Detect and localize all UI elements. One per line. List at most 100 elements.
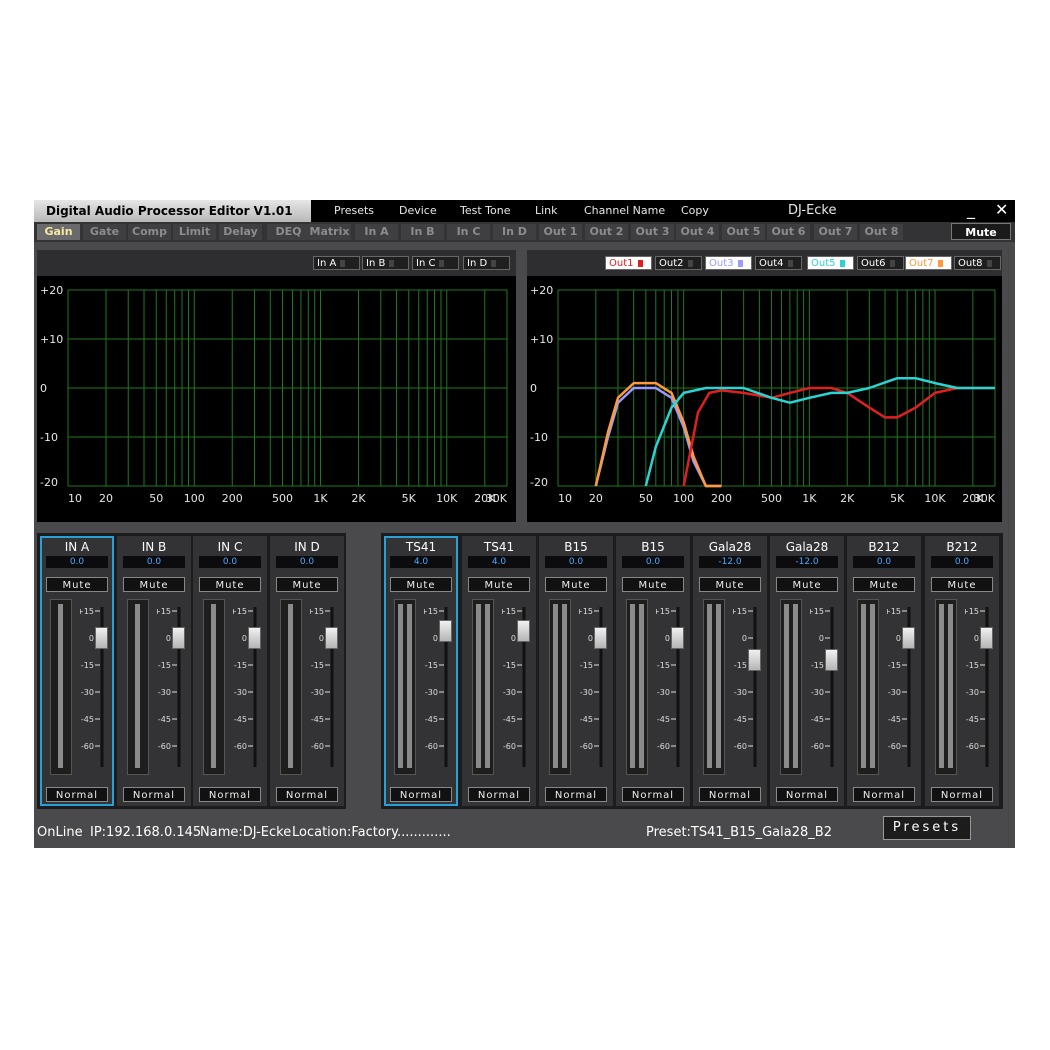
channel-name[interactable]: TS41 xyxy=(462,540,536,554)
input-channel-strip[interactable]: IN C 0.0 Mute +15 0 -15 -30 -45 -60 Normal xyxy=(193,536,267,806)
gain-value[interactable]: 4.0 xyxy=(468,556,530,568)
channel-name[interactable]: IN B xyxy=(117,540,191,554)
phase-normal-button[interactable]: Normal xyxy=(123,787,185,802)
channel-mute-button[interactable]: Mute xyxy=(276,577,338,592)
output-legend-item[interactable]: Out2 xyxy=(655,256,702,270)
tab-in-b[interactable]: In B xyxy=(401,224,444,240)
input-channel-strip[interactable]: IN B 0.0 Mute +15 0 -15 -30 -45 -60 Normal xyxy=(117,536,191,806)
channel-mute-button[interactable]: Mute xyxy=(199,577,261,592)
phase-normal-button[interactable]: Normal xyxy=(46,787,108,802)
channel-name[interactable]: IN C xyxy=(193,540,267,554)
input-channel-strip[interactable]: IN D 0.0 Mute +15 0 -15 -30 -45 -60 Normal xyxy=(270,536,344,806)
gain-value[interactable]: -12.0 xyxy=(776,556,838,568)
output-channel-strip[interactable]: Gala28 -12.0 Mute +15 0 -15 -30 -45 -60 Normal xyxy=(770,536,844,806)
menu-link[interactable]: Link xyxy=(535,200,558,222)
tab-out-4[interactable]: Out 4 xyxy=(676,224,719,240)
menu-presets[interactable]: Presets xyxy=(334,200,374,222)
phase-normal-button[interactable]: Normal xyxy=(276,787,338,802)
gain-value[interactable]: 0.0 xyxy=(123,556,185,568)
fader-knob[interactable] xyxy=(902,627,915,649)
channel-mute-button[interactable]: Mute xyxy=(123,577,185,592)
gain-value[interactable]: 0.0 xyxy=(622,556,684,568)
mute-all-button[interactable]: Mute xyxy=(951,223,1011,240)
tab-out-6[interactable]: Out 6 xyxy=(767,224,810,240)
tab-in-c[interactable]: In C xyxy=(447,224,490,240)
gain-value[interactable]: 4.0 xyxy=(390,556,452,568)
channel-mute-button[interactable]: Mute xyxy=(699,577,761,592)
tab-out-8[interactable]: Out 8 xyxy=(860,224,903,240)
gain-value[interactable]: -12.0 xyxy=(699,556,761,568)
output-legend-item[interactable]: Out4 xyxy=(755,256,802,270)
input-legend-item[interactable]: In B xyxy=(362,256,409,270)
fader-knob[interactable] xyxy=(825,648,838,671)
tab-comp[interactable]: Comp xyxy=(128,224,171,240)
output-channel-strip[interactable]: B15 0.0 Mute +15 0 -15 -30 -45 -60 Normal xyxy=(616,536,690,806)
output-legend-item[interactable]: Out5 xyxy=(807,256,854,270)
output-channel-strip[interactable]: B212 0.0 Mute +15 0 -15 -30 -45 -60 Normal xyxy=(847,536,921,806)
phase-normal-button[interactable]: Normal xyxy=(622,787,684,802)
close-icon[interactable]: ✕ xyxy=(995,200,1008,222)
menu-device[interactable]: Device xyxy=(399,200,437,222)
gain-value[interactable]: 0.0 xyxy=(276,556,338,568)
fader-knob[interactable] xyxy=(172,627,185,649)
fader-knob[interactable] xyxy=(439,619,452,642)
phase-normal-button[interactable]: Normal xyxy=(199,787,261,802)
fader-knob[interactable] xyxy=(980,627,993,649)
channel-name[interactable]: TS41 xyxy=(384,540,458,554)
fader-knob[interactable] xyxy=(95,627,108,649)
tab-limit[interactable]: Limit xyxy=(173,224,216,240)
menu-channel-name[interactable]: Channel Name xyxy=(584,200,665,222)
phase-normal-button[interactable]: Normal xyxy=(931,787,993,802)
tab-deq[interactable]: DEQ xyxy=(267,224,310,240)
channel-mute-button[interactable]: Mute xyxy=(931,577,993,592)
channel-name[interactable]: Gala28 xyxy=(770,540,844,554)
channel-name[interactable]: Gala28 xyxy=(693,540,767,554)
gain-value[interactable]: 0.0 xyxy=(46,556,108,568)
input-channel-strip[interactable]: IN A 0.0 Mute +15 0 -15 -30 -45 -60 Normal xyxy=(40,536,114,806)
phase-normal-button[interactable]: Normal xyxy=(390,787,452,802)
tab-in-a[interactable]: In A xyxy=(355,224,398,240)
fader-knob[interactable] xyxy=(517,619,530,642)
phase-normal-button[interactable]: Normal xyxy=(776,787,838,802)
phase-normal-button[interactable]: Normal xyxy=(545,787,607,802)
fader-knob[interactable] xyxy=(325,627,338,649)
input-legend-item[interactable]: In D xyxy=(463,256,510,270)
output-legend-item[interactable]: Out3 xyxy=(705,256,752,270)
fader-knob[interactable] xyxy=(594,627,607,649)
gain-value[interactable]: 0.0 xyxy=(853,556,915,568)
input-legend-item[interactable]: In A xyxy=(313,256,360,270)
fader-knob[interactable] xyxy=(671,627,684,649)
tab-out-3[interactable]: Out 3 xyxy=(631,224,674,240)
minimize-icon[interactable]: _ xyxy=(967,200,975,222)
tab-gate[interactable]: Gate xyxy=(83,224,126,240)
tab-matrix[interactable]: Matrix xyxy=(308,224,351,240)
phase-normal-button[interactable]: Normal xyxy=(468,787,530,802)
menu-copy[interactable]: Copy xyxy=(681,200,709,222)
menu-test-tone[interactable]: Test Tone xyxy=(460,200,510,222)
output-legend-item[interactable]: Out8 xyxy=(954,256,1001,270)
gain-value[interactable]: 0.0 xyxy=(545,556,607,568)
output-channel-strip[interactable]: TS41 4.0 Mute +15 0 -15 -30 -45 -60 Normal xyxy=(384,536,458,806)
channel-name[interactable]: B15 xyxy=(616,540,690,554)
gain-value[interactable]: 0.0 xyxy=(199,556,261,568)
output-channel-strip[interactable]: TS41 4.0 Mute +15 0 -15 -30 -45 -60 Normal xyxy=(462,536,536,806)
tab-out-1[interactable]: Out 1 xyxy=(539,224,582,240)
fader-knob[interactable] xyxy=(248,627,261,649)
output-channel-strip[interactable]: Gala28 -12.0 Mute +15 0 -15 -30 -45 -60 Normal xyxy=(693,536,767,806)
channel-mute-button[interactable]: Mute xyxy=(776,577,838,592)
tab-gain[interactable]: Gain xyxy=(37,224,80,240)
phase-normal-button[interactable]: Normal xyxy=(853,787,915,802)
channel-name[interactable]: B15 xyxy=(539,540,613,554)
phase-normal-button[interactable]: Normal xyxy=(699,787,761,802)
channel-mute-button[interactable]: Mute xyxy=(622,577,684,592)
tab-out-7[interactable]: Out 7 xyxy=(814,224,857,240)
presets-button[interactable]: Presets xyxy=(883,816,971,840)
channel-name[interactable]: B212 xyxy=(925,540,999,554)
gain-value[interactable]: 0.0 xyxy=(931,556,993,568)
input-legend-item[interactable]: In C xyxy=(412,256,459,270)
channel-mute-button[interactable]: Mute xyxy=(468,577,530,592)
tab-delay[interactable]: Delay xyxy=(219,224,262,240)
output-channel-strip[interactable]: B212 0.0 Mute +15 0 -15 -30 -45 -60 Normal xyxy=(925,536,999,806)
channel-name[interactable]: IN A xyxy=(40,540,114,554)
tab-in-d[interactable]: In D xyxy=(493,224,536,240)
